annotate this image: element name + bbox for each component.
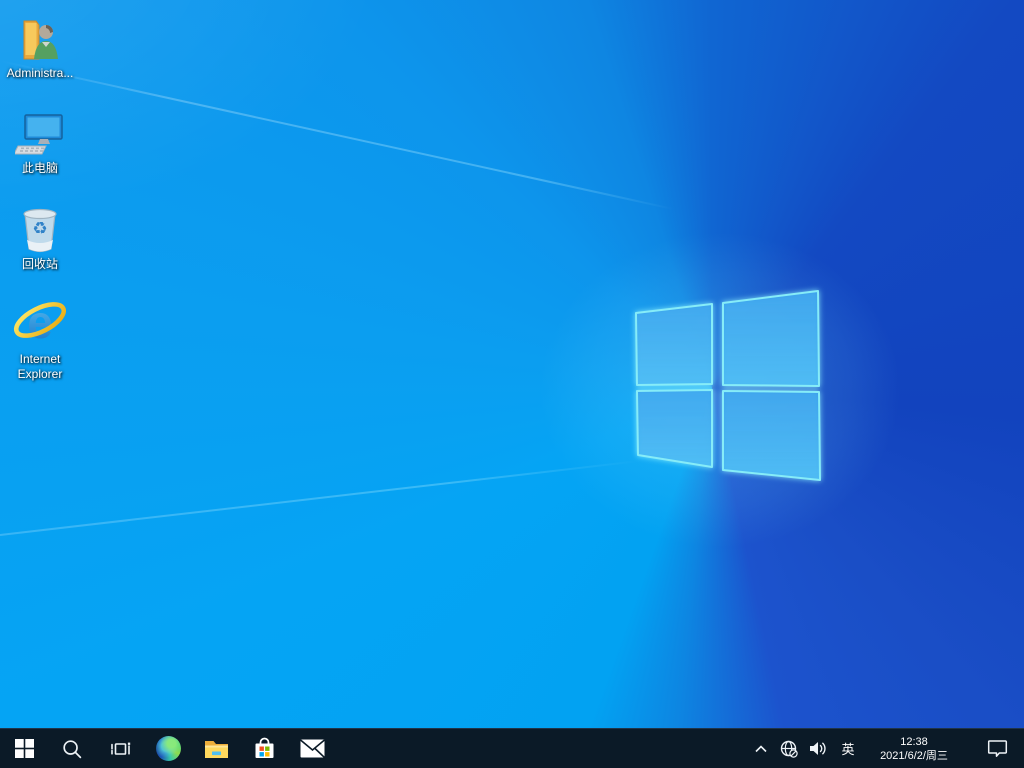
- chevron-up-icon: [755, 744, 767, 752]
- volume-button[interactable]: [804, 729, 833, 768]
- search-icon: [63, 739, 82, 758]
- taskbar-clock[interactable]: 12:38 2021/6/2/周三: [863, 729, 965, 768]
- start-button[interactable]: [0, 729, 48, 768]
- speaker-icon: [810, 742, 826, 755]
- desktop-icon-administrator[interactable]: Administra...: [1, 8, 79, 82]
- mail-button[interactable]: [288, 729, 336, 768]
- mail-envelope-icon: [299, 739, 325, 758]
- taskbar-left-buttons: [0, 729, 336, 768]
- this-pc-icon: [15, 106, 65, 158]
- task-view-icon: [110, 742, 130, 755]
- edge-browser-icon: [155, 736, 181, 761]
- desktop-icon-internet-explorer[interactable]: e Internet Explorer: [1, 294, 79, 383]
- windows-logo-icon: [14, 739, 34, 758]
- store-button[interactable]: [240, 729, 288, 768]
- network-status-button[interactable]: [774, 729, 804, 768]
- icon-label-administrator: Administra...: [6, 66, 74, 80]
- svg-text:♻: ♻: [32, 219, 47, 238]
- notification-bubble-icon: [987, 740, 1008, 757]
- microsoft-store-icon: [255, 737, 273, 758]
- icon-label-recycle-bin: 回收站: [21, 257, 58, 271]
- desktop-icon-this-pc[interactable]: 此电脑: [1, 103, 79, 177]
- icon-label-this-pc: 此电脑: [21, 161, 58, 175]
- taskbar: 英 12:38 2021/6/2/周三: [0, 728, 1024, 768]
- task-view-button[interactable]: [96, 729, 144, 768]
- show-hidden-icons-button[interactable]: [748, 729, 774, 768]
- desktop-icon-recycle-bin[interactable]: ♻ 回收站: [1, 199, 79, 273]
- recycle-bin-icon: ♻: [18, 202, 62, 254]
- icon-label-internet-explorer: Internet Explorer: [17, 352, 63, 381]
- wallpaper: [0, 0, 1024, 728]
- desktop-surface[interactable]: Administra... 此电脑 ♻ 回收站 e Internet Explo…: [0, 0, 1024, 728]
- internet-explorer-icon: e: [12, 296, 68, 349]
- clock-date: 2021/6/2/周三: [880, 749, 948, 762]
- file-explorer-folder-icon: [204, 741, 228, 758]
- file-explorer-button[interactable]: [192, 729, 240, 768]
- system-tray: 英 12:38 2021/6/2/周三: [748, 729, 1024, 768]
- action-center-button[interactable]: [975, 729, 1020, 768]
- clock-time: 12:38: [900, 735, 928, 748]
- administrator-folder-icon: [16, 11, 64, 63]
- globe-no-internet-icon: [780, 740, 798, 758]
- input-language-indicator[interactable]: 英: [833, 729, 863, 768]
- search-button[interactable]: [48, 729, 96, 768]
- edge-button[interactable]: [144, 729, 192, 768]
